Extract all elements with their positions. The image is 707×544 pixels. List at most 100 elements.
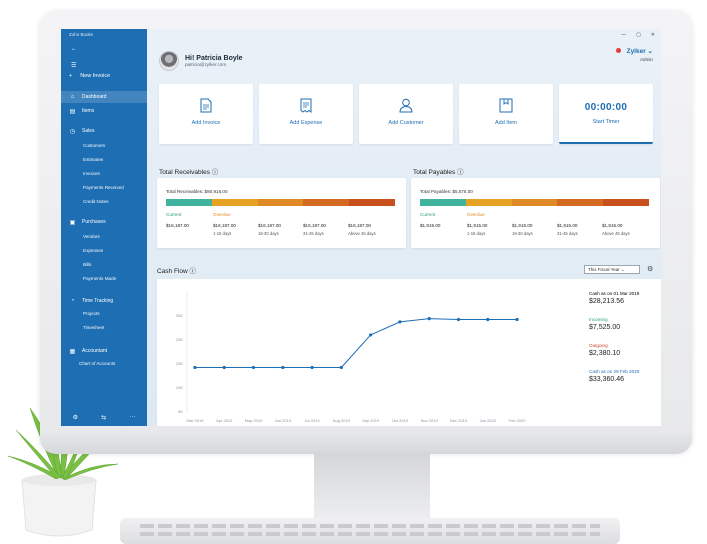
y-tick-label: 20K (176, 361, 183, 366)
sidebar-item-accountant[interactable]: ▦ Accountant (61, 345, 147, 357)
bar-segment-overdue-2 (511, 199, 558, 206)
sidebar-subitem-chart-of-accounts[interactable]: Chart of Accounts (79, 361, 115, 366)
payable-range: 31-45 days (557, 231, 578, 236)
back-arrow-icon[interactable]: ← (71, 46, 77, 52)
payable-value: $1,915.00 (557, 223, 578, 228)
timer-value: 00:00:00 (584, 102, 628, 113)
bar-segment-overdue-4 (603, 199, 649, 206)
payables-card[interactable]: Total Payables: $5,575.00 Current Overdu… (411, 178, 660, 248)
add-invoice-label: Add Invoice (191, 120, 221, 126)
cashflow-point (486, 317, 490, 322)
settings-icon[interactable]: ⚙ (73, 414, 78, 421)
cashflow-card: 30K 20K 20K 10K 5K Mar 2019 Apr 2019 May 2019 Ju… (157, 279, 661, 426)
sidebar-subitem-vendors[interactable]: Vendors (83, 234, 100, 239)
sidebar-subitem-invoices[interactable]: Invoices (83, 171, 100, 176)
receivables-total: Total Receivables: $80,916.00 (166, 189, 228, 194)
cashflow-point (339, 365, 343, 370)
sidebar-item-dashboard[interactable]: ⌂ Dashboard (61, 91, 147, 103)
user-profile: Hi! Patricia Boyle patricia@zylker.com (159, 51, 243, 71)
cash-end-value: $33,360.46 (589, 376, 625, 383)
sidebar-item-purchases[interactable]: ▣ Purchases (61, 216, 147, 228)
sidebar-subitem-customers[interactable]: Customers (83, 143, 105, 148)
minimize-button[interactable]: — (621, 32, 626, 38)
receivables-title: Total Receivables ⓘ (159, 169, 219, 176)
plus-icon: + (69, 73, 73, 79)
add-expense-label: Add Expense (289, 120, 323, 126)
payables-bar (420, 199, 649, 206)
receivable-range: 1-15 days (213, 231, 232, 236)
cash-start-label: Cash as on 01 Mar 2019 (589, 291, 640, 296)
y-tick-label: 10K (176, 385, 183, 390)
sidebar-subitem-payments-made[interactable]: Payments Made (83, 276, 116, 281)
sidebar-item-label: Sales (82, 128, 95, 134)
x-tick-label: Jul 2019 (305, 418, 321, 423)
avatar[interactable] (159, 51, 179, 71)
sidebar-subitem-credit-notes[interactable]: Credit Notes (83, 199, 109, 204)
cashflow-point (369, 333, 373, 337)
maximize-button[interactable]: ▢ (636, 32, 641, 38)
sidebar-item-items[interactable]: ▤ Items (61, 105, 147, 117)
sidebar-subitem-expenses[interactable]: Expenses (83, 248, 103, 253)
receivable-range: 31-45 days (303, 231, 324, 236)
bar-segment-overdue-1 (211, 199, 258, 206)
receivables-bar (166, 199, 395, 206)
receivable-value: $16,187.00 (213, 223, 236, 228)
period-dropdown[interactable]: This Fiscal Year ⌄ (584, 265, 640, 274)
home-icon: ⌂ (70, 94, 75, 100)
sidebar-subitem-payments-received[interactable]: Payments Received (83, 185, 124, 190)
cashflow-chart: 30K 20K 20K 10K 5K Mar 2019 Apr 2019 May 2019 Ju… (176, 291, 526, 423)
cashflow-point (427, 317, 431, 321)
clock-icon: ◔ (70, 298, 75, 304)
settings-icon[interactable]: ⚙ (647, 265, 653, 273)
sidebar-subitem-projects[interactable]: Projects (83, 311, 100, 316)
hamburger-menu-icon[interactable]: ☰ (71, 62, 76, 69)
x-tick-label: Sep 2019 (362, 418, 380, 423)
sales-icon: ◷ (69, 128, 76, 135)
more-icon[interactable]: ··· (129, 414, 135, 420)
cashflow-point (281, 365, 285, 370)
cashflow-point (222, 365, 226, 370)
bar-segment-overdue-2 (257, 199, 304, 206)
sidebar-item-time-tracking[interactable]: ◔ Time Tracking (61, 295, 147, 307)
cashflow-point (251, 365, 256, 370)
cashflow-point (398, 320, 402, 324)
org-role: Admin (639, 57, 653, 62)
incoming-value: $7,525.00 (589, 324, 621, 331)
add-item-card[interactable]: Add Item (459, 84, 553, 144)
cashflow-point (310, 365, 314, 370)
receivable-value: $16,187.00 (348, 223, 371, 228)
sidebar-subitem-estimates[interactable]: Estimates (83, 157, 103, 162)
sidebar-subitem-timesheet[interactable]: Timesheet (83, 325, 104, 330)
y-tick-label: 5K (178, 409, 183, 414)
org-name: Zylker ⌄ (626, 48, 653, 55)
new-invoice-button[interactable]: + New Invoice (69, 73, 110, 79)
x-tick-label: Nov 2019 (421, 418, 439, 423)
add-expense-card[interactable]: Add Expense (259, 84, 353, 144)
start-timer-card[interactable]: 00:00:00 Start Timer (559, 84, 653, 144)
cash-start-value: $28,213.56 (589, 298, 625, 305)
add-customer-card[interactable]: Add Customer (359, 84, 453, 144)
app-window: Zoho Books ← ☰ + New Invoice ⌂ Dashboard… (61, 29, 661, 426)
sidebar-subitem-bills[interactable]: Bills (83, 262, 91, 267)
add-invoice-card[interactable]: Add Invoice (159, 84, 253, 144)
x-tick-label: Apr 2019 (216, 418, 233, 423)
overdue-label: Overdue (213, 212, 231, 217)
bar-segment-current (420, 199, 466, 206)
current-label: Current (420, 212, 436, 217)
sync-icon[interactable]: ⇆ (101, 414, 106, 421)
accountant-icon: ▦ (69, 348, 76, 355)
x-tick-label: May 2019 (245, 418, 263, 423)
keyboard (120, 518, 620, 544)
sidebar-item-sales[interactable]: ◷ Sales (61, 125, 147, 137)
x-tick-label: Dec 2019 (450, 418, 468, 423)
items-icon: ▤ (69, 108, 76, 115)
cashflow-summary: Cash as on 01 Mar 2019 $28,213.56 Incomi… (589, 291, 657, 395)
receivables-card[interactable]: Total Receivables: $80,916.00 Current Ov… (157, 178, 406, 248)
payables-total: Total Payables: $5,575.00 (420, 189, 473, 194)
x-tick-label: Aug 2019 (333, 418, 351, 423)
box-icon (459, 98, 553, 114)
org-switcher[interactable]: Zylker ⌄ Admin (627, 47, 653, 62)
sidebar-item-label: Dashboard (82, 94, 107, 100)
notification-badge[interactable] (616, 48, 621, 53)
close-button[interactable]: ✕ (651, 32, 655, 38)
